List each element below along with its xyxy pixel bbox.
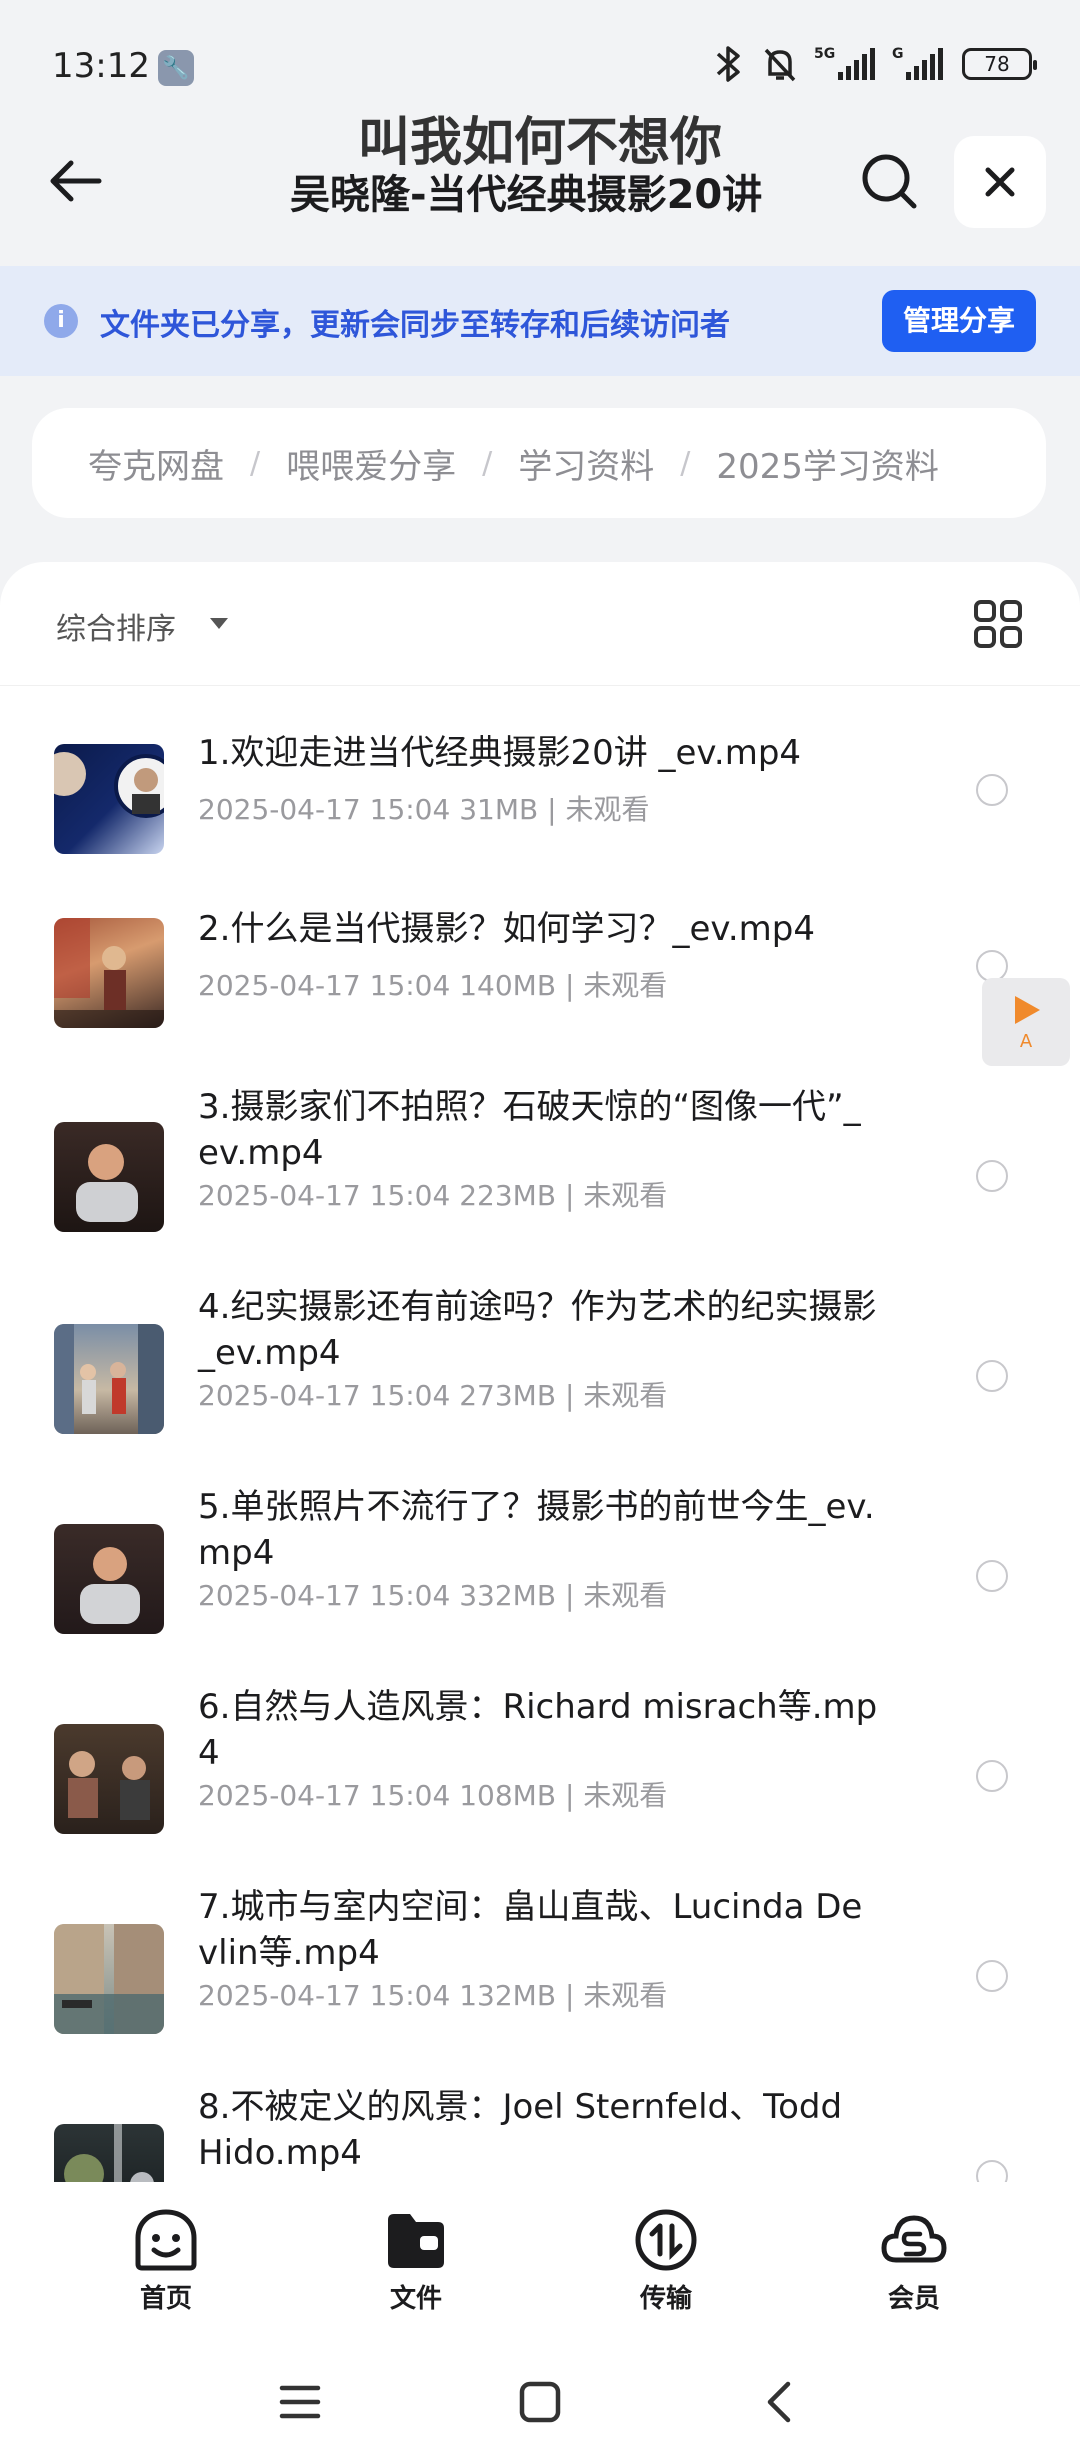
- video-thumbnail: [54, 918, 164, 1028]
- select-radio[interactable]: [976, 774, 1008, 806]
- file-meta: 2025-04-17 15:04 332MB | 未观看: [198, 1579, 668, 1612]
- video-thumbnail: [54, 1924, 164, 2034]
- breadcrumb-item[interactable]: 夸克网盘: [88, 439, 224, 488]
- list-item[interactable]: 4.纪实摄影还有前途吗？作为艺术的纪实摄影_ev.mp4 2025-04-17 …: [0, 1244, 1080, 1444]
- file-meta: 2025-04-17 15:04 108MB | 未观看: [198, 1779, 668, 1812]
- sort-bar: 综合排序: [0, 562, 1080, 686]
- file-name: 7.城市与室内空间：畠山直哉、Lucinda Devlin等.mp4: [198, 1887, 863, 1973]
- search-icon: [862, 154, 917, 209]
- mute-bell-icon: [764, 48, 796, 82]
- file-panel: 综合排序 1.欢迎走进当代经典摄影20讲 _ev.mp4 2025-04-17 …: [0, 562, 1080, 2202]
- file-meta: 2025-04-17 15:04 140MB | 未观看: [198, 969, 668, 1002]
- floating-play-button[interactable]: A: [982, 978, 1070, 1066]
- sort-dropdown[interactable]: 综合排序: [56, 604, 176, 648]
- file-meta: 2025-04-17 15:04 31MB | 未观看: [198, 793, 650, 826]
- list-item[interactable]: 3.摄影家们不拍照？石破天惊的“图像一代”_ev.mp4 2025-04-17 …: [0, 1044, 1080, 1244]
- play-icon: [1015, 995, 1040, 1024]
- home-nav-button[interactable]: [510, 2372, 570, 2432]
- video-thumbnail: [54, 1724, 164, 1834]
- smiley-home-icon: [135, 2209, 197, 2271]
- tab-transfer[interactable]: 传输: [596, 2208, 736, 2318]
- close-button[interactable]: [954, 136, 1046, 228]
- menu-icon: [279, 2385, 321, 2419]
- select-radio[interactable]: [976, 1560, 1008, 1592]
- battery-icon: 78: [962, 48, 1037, 80]
- search-button[interactable]: [852, 144, 928, 220]
- tab-label: 传输: [639, 2284, 692, 2314]
- wrench-icon: 🔧: [158, 50, 194, 86]
- manage-share-button[interactable]: 管理分享: [882, 290, 1036, 352]
- signal-g-icon: G: [892, 46, 943, 80]
- file-name: 4.纪实摄影还有前途吗？作为艺术的纪实摄影_ev.mp4: [198, 1287, 877, 1373]
- status-time: 13:12: [52, 46, 150, 86]
- transfer-icon: [635, 2209, 697, 2271]
- file-name: 3.摄影家们不拍照？石破天惊的“图像一代”_ev.mp4: [198, 1087, 861, 1173]
- tab-files[interactable]: 文件: [346, 2208, 486, 2318]
- file-name: 5.单张照片不流行了？摄影书的前世今生_ev.mp4: [198, 1487, 875, 1573]
- chevron-left-icon: [767, 2381, 791, 2423]
- file-name: 2.什么是当代摄影？如何学习？_ev.mp4: [198, 909, 815, 949]
- select-radio[interactable]: [976, 1160, 1008, 1192]
- info-icon: i: [44, 304, 78, 338]
- breadcrumb-item[interactable]: 喂喂爱分享: [286, 439, 456, 488]
- tab-label: 会员: [887, 2284, 940, 2314]
- svg-text:G: G: [892, 46, 904, 62]
- list-item[interactable]: 7.城市与室内空间：畠山直哉、Lucinda Devlin等.mp4 2025-…: [0, 1844, 1080, 2044]
- file-name: 8.不被定义的风景：Joel Sternfeld、Todd Hido.mp4: [198, 2087, 843, 2173]
- list-item[interactable]: 2.什么是当代摄影？如何学习？_ev.mp4 2025-04-17 15:04 …: [0, 868, 1080, 1068]
- member-cloud-icon: [881, 2215, 947, 2263]
- file-name: 6.自然与人造风景：Richard misrach等.mp4: [198, 1687, 878, 1773]
- close-icon: [985, 167, 1015, 197]
- page-title-secondary: 吴晓隆-当代经典摄影20讲: [290, 172, 763, 218]
- back-nav-button[interactable]: [748, 2372, 808, 2432]
- video-thumbnail: [54, 1324, 164, 1434]
- tab-home[interactable]: 首页: [96, 2208, 236, 2318]
- file-meta: 2025-04-17 15:04 273MB | 未观看: [198, 1379, 668, 1412]
- video-thumbnail: [54, 1122, 164, 1232]
- file-meta: 2025-04-17 15:04 132MB | 未观看: [198, 1979, 668, 2012]
- share-banner: i 文件夹已分享，更新会同步至转存和后续访问者 管理分享: [0, 266, 1080, 376]
- svg-text:5G: 5G: [814, 46, 835, 62]
- status-icons: 5G G 78: [710, 44, 1037, 84]
- floating-button-label: A: [1019, 1030, 1033, 1052]
- folder-icon: [388, 2214, 444, 2268]
- signal-5g-icon: 5G: [814, 46, 875, 80]
- select-radio[interactable]: [976, 1360, 1008, 1392]
- breadcrumb-item[interactable]: 学习资料: [518, 439, 654, 488]
- breadcrumb-separator: /: [680, 445, 691, 481]
- bottom-tab-bar: 首页 文件 传输 会员: [0, 2182, 1080, 2332]
- tab-label: 首页: [139, 2284, 192, 2314]
- breadcrumb-separator: /: [250, 445, 261, 481]
- breadcrumb-item[interactable]: 2025学习资料: [716, 439, 939, 488]
- video-thumbnail: [54, 744, 164, 854]
- bluetooth-icon: [716, 46, 740, 82]
- menu-nav-button[interactable]: [270, 2372, 330, 2432]
- select-radio[interactable]: [976, 1960, 1008, 1992]
- breadcrumb: 夸克网盘 / 喂喂爱分享 / 学习资料 / 2025学习资料: [32, 408, 1046, 518]
- share-banner-text: 文件夹已分享，更新会同步至转存和后续访问者: [100, 308, 730, 343]
- file-name: 1.欢迎走进当代经典摄影20讲 _ev.mp4: [198, 733, 802, 773]
- caret-down-icon[interactable]: [210, 618, 228, 629]
- list-item[interactable]: 1.欢迎走进当代经典摄影20讲 _ev.mp4 2025-04-17 15:04…: [0, 692, 1080, 892]
- select-radio[interactable]: [976, 1760, 1008, 1792]
- breadcrumb-separator: /: [482, 445, 493, 481]
- list-item[interactable]: 8.不被定义的风景：Joel Sternfeld、Todd Hido.mp4: [0, 2044, 1080, 2202]
- file-meta: 2025-04-17 15:04 223MB | 未观看: [198, 1179, 668, 1212]
- header: 叫我如何不想你 吴晓隆-当代经典摄影20讲: [0, 96, 1080, 266]
- tab-member[interactable]: 会员: [844, 2208, 984, 2318]
- list-item[interactable]: 5.单张照片不流行了？摄影书的前世今生_ev.mp4 2025-04-17 15…: [0, 1444, 1080, 1644]
- tab-label: 文件: [389, 2284, 442, 2314]
- grid-view-icon[interactable]: [972, 598, 1024, 650]
- list-item[interactable]: 6.自然与人造风景：Richard misrach等.mp4 2025-04-1…: [0, 1644, 1080, 1844]
- square-icon: [519, 2381, 561, 2423]
- system-nav-bar: [0, 2332, 1080, 2460]
- video-thumbnail: [54, 1524, 164, 1634]
